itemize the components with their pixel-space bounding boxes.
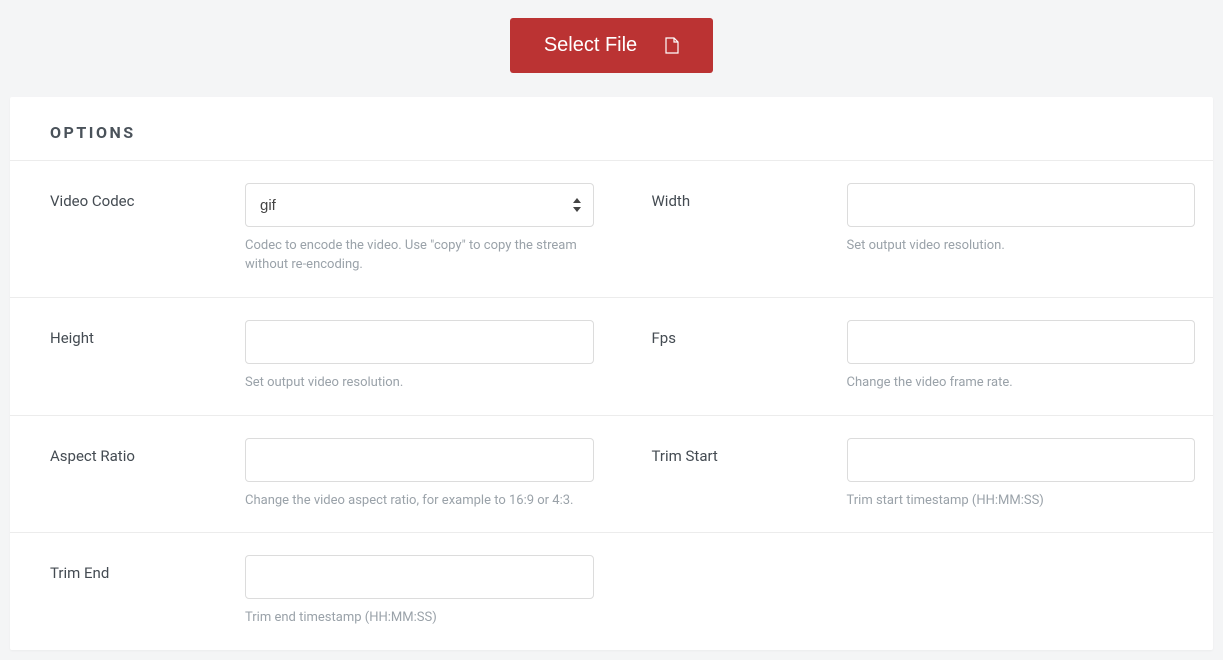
width-label: Width xyxy=(652,183,847,210)
field-video-codec: Video Codec gif Codec to encode the vide… xyxy=(10,161,612,298)
select-file-wrap: Select File xyxy=(0,0,1223,97)
options-panel: OPTIONS Video Codec gif Codec to encode … xyxy=(10,97,1213,650)
height-input[interactable] xyxy=(245,320,594,364)
panel-title: OPTIONS xyxy=(50,123,1173,142)
aspect-ratio-help: Change the video aspect ratio, for examp… xyxy=(245,492,594,511)
height-help: Set output video resolution. xyxy=(245,374,594,393)
width-help: Set output video resolution. xyxy=(847,237,1196,256)
field-trim-end: Trim End Trim end timestamp (HH:MM:SS) xyxy=(10,533,612,650)
trim-start-help: Trim start timestamp (HH:MM:SS) xyxy=(847,492,1196,511)
select-file-label: Select File xyxy=(544,34,637,57)
trim-start-input[interactable] xyxy=(847,438,1196,482)
video-codec-label: Video Codec xyxy=(50,183,245,210)
field-aspect-ratio: Aspect Ratio Change the video aspect rat… xyxy=(10,416,612,534)
field-width: Width Set output video resolution. xyxy=(612,161,1214,298)
width-input[interactable] xyxy=(847,183,1196,227)
aspect-ratio-input[interactable] xyxy=(245,438,594,482)
field-fps: Fps Change the video frame rate. xyxy=(612,298,1214,416)
file-icon xyxy=(665,37,679,54)
fps-help: Change the video frame rate. xyxy=(847,374,1196,393)
select-file-button[interactable]: Select File xyxy=(510,18,713,73)
field-height: Height Set output video resolution. xyxy=(10,298,612,416)
options-grid: Video Codec gif Codec to encode the vide… xyxy=(10,161,1213,650)
trim-end-help: Trim end timestamp (HH:MM:SS) xyxy=(245,609,594,628)
video-codec-select[interactable]: gif xyxy=(245,183,594,227)
trim-end-input[interactable] xyxy=(245,555,594,599)
height-label: Height xyxy=(50,320,245,347)
trim-start-label: Trim Start xyxy=(652,438,847,465)
fps-input[interactable] xyxy=(847,320,1196,364)
trim-end-label: Trim End xyxy=(50,555,245,582)
aspect-ratio-label: Aspect Ratio xyxy=(50,438,245,465)
empty-cell xyxy=(612,533,1214,650)
video-codec-help: Codec to encode the video. Use "copy" to… xyxy=(245,237,594,275)
panel-header: OPTIONS xyxy=(10,97,1213,161)
fps-label: Fps xyxy=(652,320,847,347)
field-trim-start: Trim Start Trim start timestamp (HH:MM:S… xyxy=(612,416,1214,534)
